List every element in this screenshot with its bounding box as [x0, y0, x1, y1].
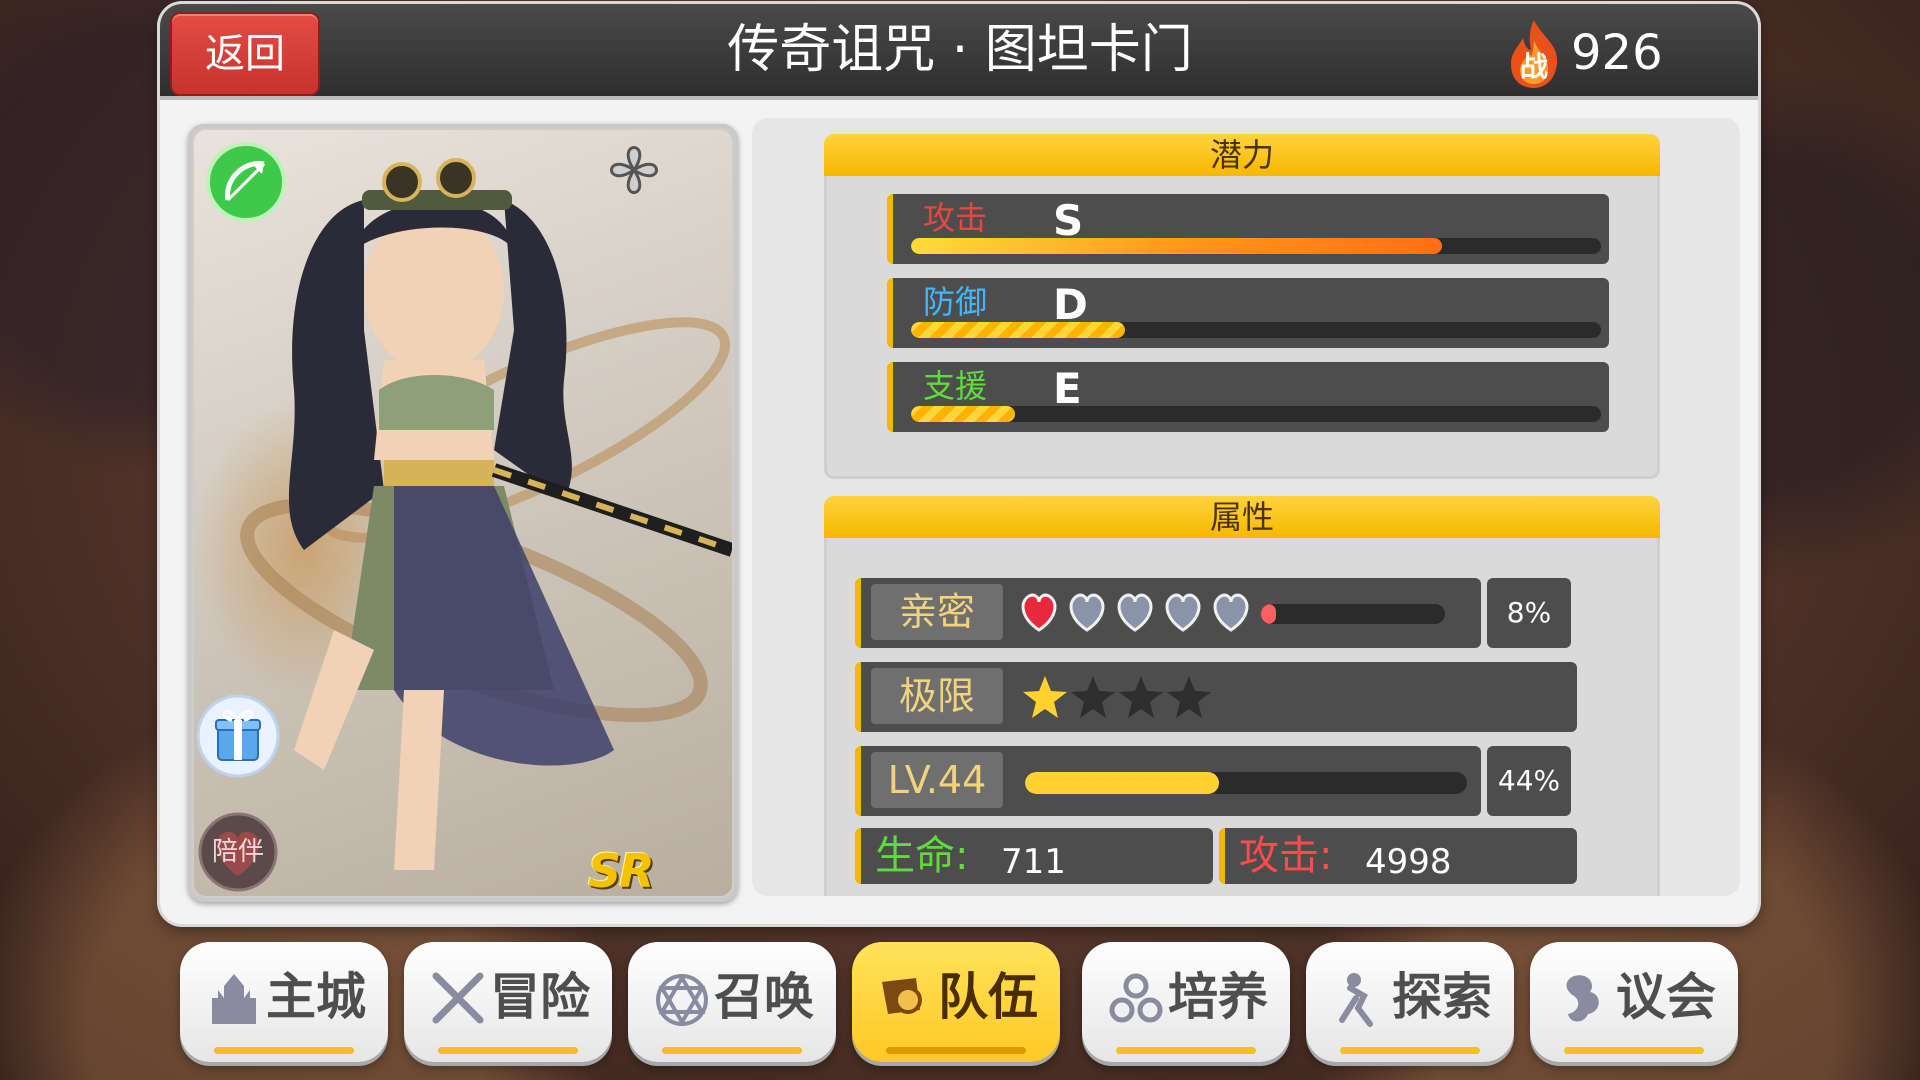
intimacy-row: 亲密: [855, 578, 1481, 648]
nav-label: 培养: [1168, 968, 1268, 1026]
level-percent: 44%: [1487, 746, 1571, 816]
castle-icon: [212, 974, 256, 1024]
star-icon: [1023, 676, 1067, 718]
heart-icon: [1117, 593, 1153, 632]
heart-icon: [1213, 593, 1249, 632]
council-icon: [1566, 975, 1599, 1022]
limit-stars: [1021, 674, 1213, 720]
potential-label: 防御: [923, 283, 988, 321]
attributes-heading: 属性: [824, 496, 1660, 538]
potential-row: 支援 E: [887, 362, 1609, 432]
stat-attack: 攻击: 4998: [1219, 828, 1577, 884]
portrait-art: [194, 146, 732, 870]
potential-bar-fill: [911, 238, 1443, 254]
character-card[interactable]: 陪伴 SR: [188, 124, 738, 902]
potential-grade: E: [1053, 364, 1082, 413]
star-icon: [1167, 676, 1211, 718]
potential-label: 攻击: [923, 199, 988, 237]
nav-crossed-swords-button[interactable]: 冒险: [404, 942, 612, 1062]
potential-bar-track: [911, 322, 1601, 338]
nav-hexagram-button[interactable]: 召唤: [628, 942, 836, 1062]
nav-castle-button[interactable]: 主城: [180, 942, 388, 1062]
stat-hp-value: 711: [1001, 842, 1066, 882]
power-value: 926: [1571, 25, 1663, 81]
intimacy-percent: 8%: [1487, 578, 1571, 648]
stat-hp-label: 生命:: [875, 833, 969, 879]
heart-icon: [1069, 593, 1105, 632]
intimacy-progress-track: [1261, 604, 1445, 624]
crossed-swords-icon: [432, 972, 484, 1024]
nav-label: 探索: [1392, 968, 1492, 1026]
nav-team-button[interactable]: 队伍: [852, 942, 1060, 1062]
intimacy-progress-fill: [1261, 604, 1276, 624]
gift-icon[interactable]: [196, 694, 280, 778]
nav-explore-button[interactable]: 探索: [1306, 942, 1514, 1062]
stats-area: 潜力 攻击 S 防御 D 支援 E 属性 亲密 8% 极限 LV.44 44% …: [752, 118, 1740, 896]
potential-section: 攻击 S 防御 D 支援 E: [824, 176, 1660, 479]
potential-bar-track: [911, 238, 1601, 254]
rarity-badge: SR: [588, 844, 655, 898]
flame-icon: 战: [1511, 20, 1558, 88]
back-button[interactable]: 返回: [170, 12, 320, 96]
stat-attack-label: 攻击:: [1239, 833, 1333, 879]
page-title: 传奇诅咒 · 图坦卡门: [727, 20, 1193, 80]
potential-label: 支援: [923, 367, 988, 405]
potential-grade: S: [1053, 196, 1084, 245]
intimacy-label: 亲密: [871, 584, 1003, 640]
limit-row: 极限: [855, 662, 1577, 732]
level-progress-fill: [1025, 772, 1220, 794]
power-glyph: 战: [1520, 50, 1548, 83]
character-portrait: [194, 130, 732, 896]
explore-icon: [1339, 973, 1373, 1027]
bottom-nav: 主城 冒险 召唤 队伍 培养 探索 议会: [180, 942, 1740, 1062]
nav-label: 议会: [1616, 968, 1716, 1026]
nav-label: 冒险: [490, 968, 590, 1026]
level-label: LV.44: [871, 752, 1003, 808]
character-panel: 返回 传奇诅咒 · 图坦卡门 战 926 陪伴 SR 潜力 攻击 S 防御 D …: [160, 4, 1758, 924]
accompany-label: 陪伴: [211, 837, 264, 867]
potential-heading: 潜力: [824, 134, 1660, 176]
nav-cultivate-button[interactable]: 培养: [1082, 942, 1290, 1062]
potential-row: 防御 D: [887, 278, 1609, 348]
bow-icon: [206, 142, 286, 222]
intimacy-hearts: [1017, 592, 1257, 634]
attributes-section: 亲密 8% 极限 LV.44 44% 生命: 711 攻击: 4998: [824, 538, 1660, 896]
stat-attack-value: 4998: [1365, 842, 1452, 882]
team-icon: [882, 978, 922, 1014]
level-progress-track: [1025, 772, 1467, 794]
cultivate-icon: [1109, 973, 1163, 1023]
potential-bar-fill: [911, 406, 1015, 422]
level-row: LV.44: [855, 746, 1481, 816]
accompany-button[interactable]: 陪伴: [198, 812, 278, 892]
star-icon: [1071, 676, 1115, 718]
potential-grade: D: [1053, 280, 1088, 329]
nav-label: 队伍: [938, 968, 1038, 1026]
heart-icon: [1165, 593, 1201, 632]
title-bar: 返回 传奇诅咒 · 图坦卡门 战 926: [160, 4, 1758, 100]
heart-icon: [1021, 593, 1057, 632]
combat-power: 战 926: [1505, 10, 1725, 96]
potential-bar-track: [911, 406, 1601, 422]
stat-hp: 生命: 711: [855, 828, 1213, 884]
potential-bar-fill: [911, 322, 1125, 338]
nav-label: 主城: [266, 968, 366, 1026]
hexagram-icon: [656, 974, 708, 1026]
limit-label: 极限: [871, 668, 1003, 724]
potential-row: 攻击 S: [887, 194, 1609, 264]
star-icon: [1119, 676, 1163, 718]
nav-label: 召唤: [714, 968, 814, 1026]
nav-council-button[interactable]: 议会: [1530, 942, 1738, 1062]
